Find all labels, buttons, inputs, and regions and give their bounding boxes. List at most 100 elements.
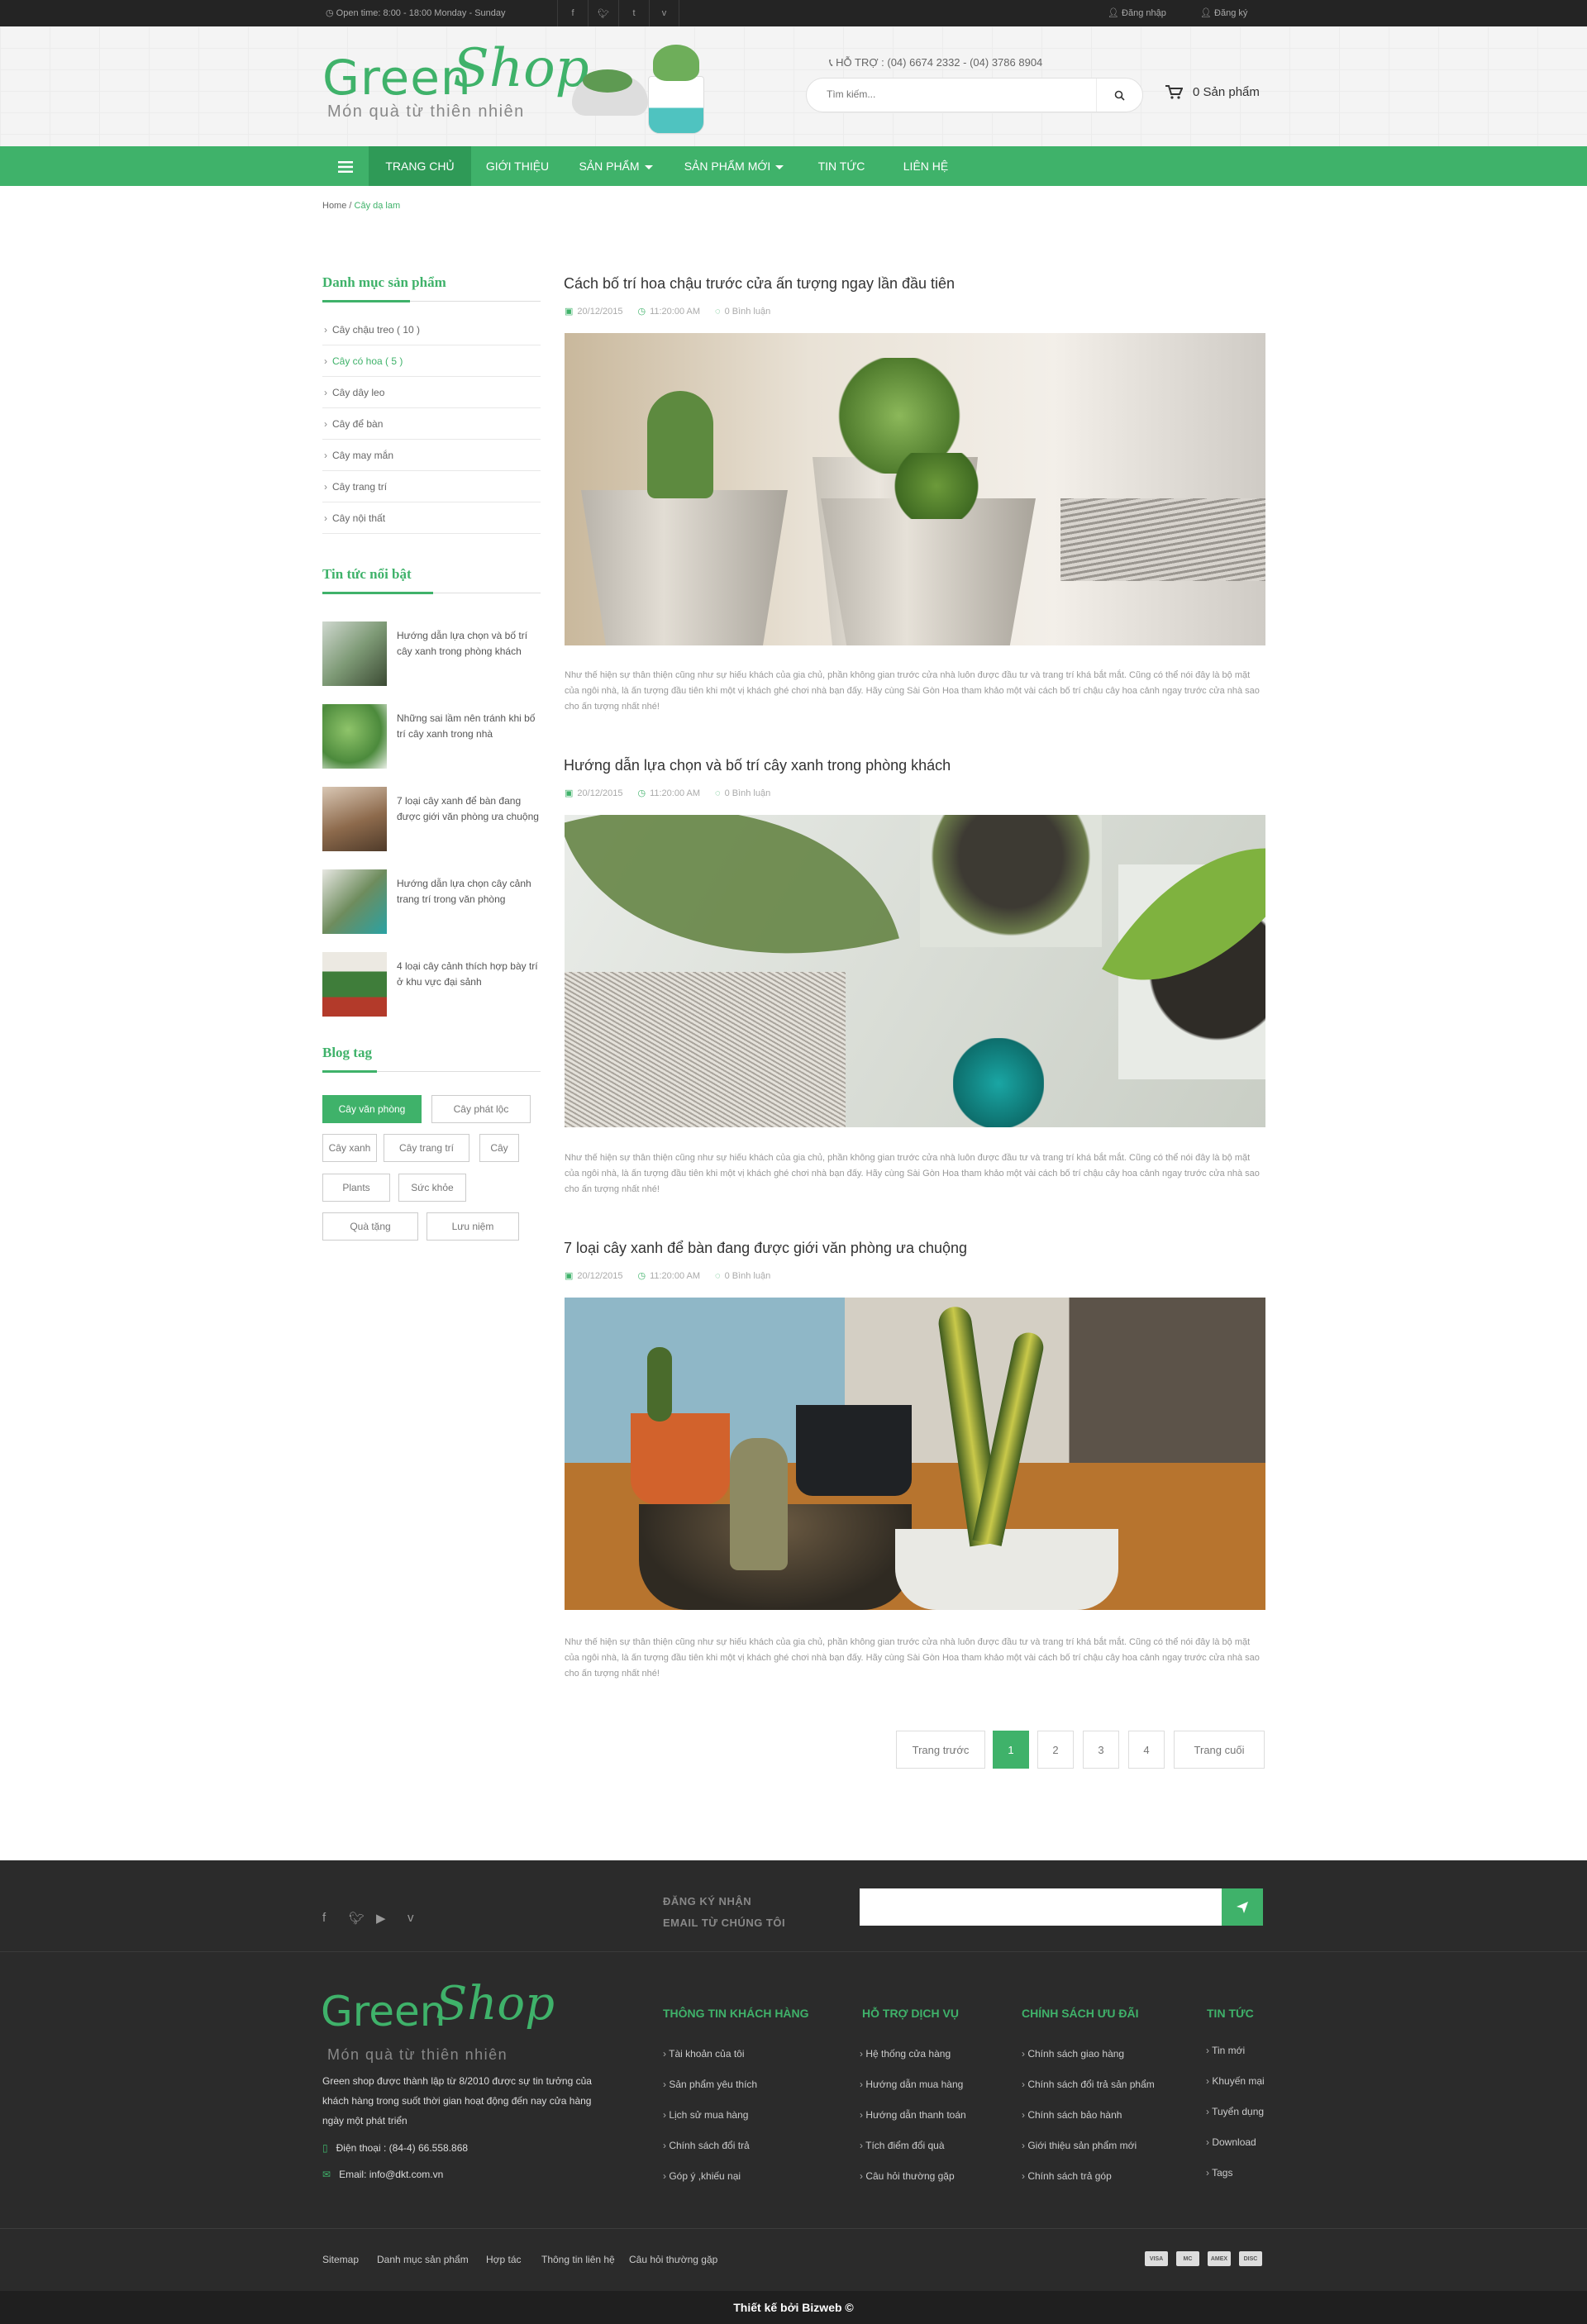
footer-link[interactable]: Tags (1206, 2167, 1232, 2179)
footer-link[interactable]: Chính sách bảo hành (1022, 2109, 1122, 2121)
post-image[interactable] (565, 333, 1265, 645)
footer-link[interactable]: Câu hỏi thường gặp (860, 2170, 954, 2182)
footer-link[interactable]: Góp ý ,khiếu nại (663, 2170, 741, 2182)
news-item[interactable]: 7 loại cây xanh để bàn đang được giới vă… (322, 787, 541, 853)
footer-link[interactable]: Chính sách trả góp (1022, 2170, 1111, 2182)
footer-link[interactable]: Tin mới (1206, 2045, 1245, 2056)
vimeo-icon[interactable]: v (407, 1911, 414, 1925)
news-thumbnail[interactable] (322, 704, 387, 769)
nav-news[interactable]: TIN TỨC (800, 146, 883, 186)
news-thumbnail[interactable] (322, 869, 387, 934)
menu-toggle-button[interactable] (322, 146, 369, 186)
category-item[interactable]: Cây dây leo (322, 377, 541, 408)
calendar-icon: ▣ (565, 788, 574, 798)
subscribe-email-input[interactable] (860, 1888, 1222, 1926)
tag[interactable]: Cây xanh (322, 1134, 377, 1162)
nav-contact[interactable]: LIÊN HỆ (883, 146, 969, 186)
pagination-last[interactable]: Trang cuối (1174, 1731, 1265, 1769)
footer-col-title: THÔNG TIN KHÁCH HÀNG (663, 2007, 809, 2020)
footer-link[interactable]: Download (1206, 2136, 1256, 2148)
post-image[interactable] (565, 815, 1265, 1127)
post-meta: ▣ 20/12/2015 ◷ 11:20:00 AM ◌ 0 Bình luận (565, 1270, 771, 1282)
footer-link[interactable]: Hệ thống cửa hàng (860, 2048, 951, 2060)
register-link[interactable]: 👤︎ Đăng ký (1200, 7, 1247, 18)
footer-bottom-link[interactable]: Câu hỏi thường gặp (629, 2254, 717, 2265)
post-meta: ▣ 20/12/2015 ◷ 11:20:00 AM ◌ 0 Bình luận (565, 306, 771, 317)
footer-link[interactable]: Hướng dẫn mua hàng (860, 2079, 963, 2090)
tag[interactable]: Plants (322, 1174, 390, 1202)
tag[interactable]: Quà tặng (322, 1212, 418, 1241)
footer-link[interactable]: Chính sách giao hàng (1022, 2048, 1124, 2060)
pagination-page[interactable]: 2 (1037, 1731, 1074, 1769)
facebook-icon[interactable]: f (557, 0, 588, 26)
pagination-page[interactable]: 1 (993, 1731, 1029, 1769)
footer-logo-green[interactable]: Green (321, 1988, 446, 2036)
pagination-page[interactable]: 3 (1083, 1731, 1119, 1769)
news-item[interactable]: Những sai lầm nên tránh khi bố trí cây x… (322, 704, 541, 770)
footer-link[interactable]: Lịch sử mua hàng (663, 2109, 748, 2121)
nav-new-products[interactable]: SẢN PHẨM MỚI (668, 146, 800, 186)
pagination-page[interactable]: 4 (1128, 1731, 1165, 1769)
category-item[interactable]: Cây nội thất (322, 502, 541, 534)
tag[interactable]: Cây phát lộc (431, 1095, 531, 1123)
news-thumbnail[interactable] (322, 621, 387, 686)
post-excerpt: Như thế hiện sự thân thiện cũng như sự h… (565, 1153, 1260, 1194)
footer-link[interactable]: Chính sách đổi trả sản phẩm (1022, 2079, 1154, 2090)
news-item[interactable]: 4 loại cây cảnh thích hợp bày trí ở khu … (322, 952, 541, 1018)
vimeo-icon[interactable]: v (649, 0, 679, 26)
category-item[interactable]: Cây có hoa ( 5 ) (322, 345, 541, 377)
footer-link[interactable]: Hướng dẫn thanh toán (860, 2109, 965, 2121)
breadcrumb-home[interactable]: Home (322, 201, 346, 211)
post-title[interactable]: Cách bố trí hoa chậu trước cửa ấn tượng … (564, 275, 955, 293)
footer-bottom-link[interactable]: Hợp tác (486, 2254, 522, 2265)
post-title[interactable]: 7 loại cây xanh để bàn đang được giới vă… (564, 1240, 967, 1257)
facebook-icon[interactable]: f (322, 1911, 326, 1925)
nav-about[interactable]: GIỚI THIỆU (471, 146, 564, 186)
footer-link[interactable]: Khuyến mại (1206, 2075, 1264, 2087)
tag[interactable]: Lưu niệm (427, 1212, 519, 1241)
tag[interactable]: Sức khỏe (398, 1174, 466, 1202)
nav-home[interactable]: TRANG CHỦ (369, 146, 471, 186)
news-thumbnail[interactable] (322, 787, 387, 851)
clock-icon: ◷ (326, 8, 336, 18)
nav-products[interactable]: SẢN PHẨM (564, 146, 668, 186)
category-item[interactable]: Cây chậu treo ( 10 ) (322, 314, 541, 345)
news-thumbnail[interactable] (322, 952, 387, 1017)
footer-logo-shop[interactable]: Shop (436, 1977, 555, 2031)
footer-link[interactable]: Tài khoản của tôi (663, 2048, 744, 2060)
logo-shop[interactable]: Shop (453, 38, 589, 99)
footer-link[interactable]: Tuyển dụng (1206, 2106, 1264, 2117)
category-item[interactable]: Cây để bàn (322, 408, 541, 440)
footer-bottom-link[interactable]: Thông tin liên hệ (541, 2254, 615, 2265)
search-input[interactable] (827, 88, 1075, 100)
youtube-icon[interactable]: ▶ (376, 1911, 386, 1926)
phone-icon: 📞︎ (829, 56, 836, 69)
tag[interactable]: Cây trang trí (384, 1134, 469, 1162)
subscribe-button[interactable] (1222, 1888, 1263, 1926)
footer-bottom-link[interactable]: Sitemap (322, 2254, 359, 2265)
category-item[interactable]: Cây may mắn (322, 440, 541, 471)
category-item[interactable]: Cây trang trí (322, 471, 541, 502)
cart-button[interactable]: 0 Sản phẩm (1165, 84, 1260, 99)
footer-link[interactable]: Sản phẩm yêu thích (663, 2079, 757, 2090)
tag[interactable]: Cây (479, 1134, 519, 1162)
twitter-icon[interactable]: 🐦︎ (588, 0, 618, 26)
subscribe-label: ĐĂNG KÝ NHẬN EMAIL TỪ CHÚNG TÔI (663, 1895, 786, 1929)
twitter-icon[interactable]: 🐦︎ (349, 1911, 365, 1926)
news-item[interactable]: Hướng dẫn lựa chọn và bố trí cây xanh tr… (322, 621, 541, 688)
post-title[interactable]: Hướng dẫn lựa chọn và bố trí cây xanh tr… (564, 757, 951, 774)
footer-link[interactable]: Giới thiệu sản phẩm mới (1022, 2140, 1137, 2151)
news-item[interactable]: Hướng dẫn lựa chọn cây cảnh trang trí tr… (322, 869, 541, 936)
footer-link[interactable]: Chính sách đổi trả (663, 2140, 749, 2151)
tag[interactable]: Cây văn phòng (322, 1095, 422, 1123)
logo-green[interactable]: Green (322, 50, 472, 106)
pagination-prev[interactable]: Trang trước (896, 1731, 985, 1769)
login-link[interactable]: 👤︎ Đăng nhập (1108, 7, 1166, 18)
hotline: 📞︎ HỖ TRỢ : (04) 6674 2332 - (04) 3786 8… (829, 56, 1043, 69)
post-image[interactable] (565, 1298, 1265, 1610)
footer-bottom-link[interactable]: Danh mục sản phẩm (377, 2254, 469, 2265)
footer-col-title: CHÍNH SÁCH ƯU ĐÃI (1022, 2007, 1139, 2020)
search-button[interactable] (1096, 79, 1142, 112)
tumblr-icon[interactable]: t (618, 0, 649, 26)
footer-link[interactable]: Tích điểm đổi quà (860, 2140, 944, 2151)
